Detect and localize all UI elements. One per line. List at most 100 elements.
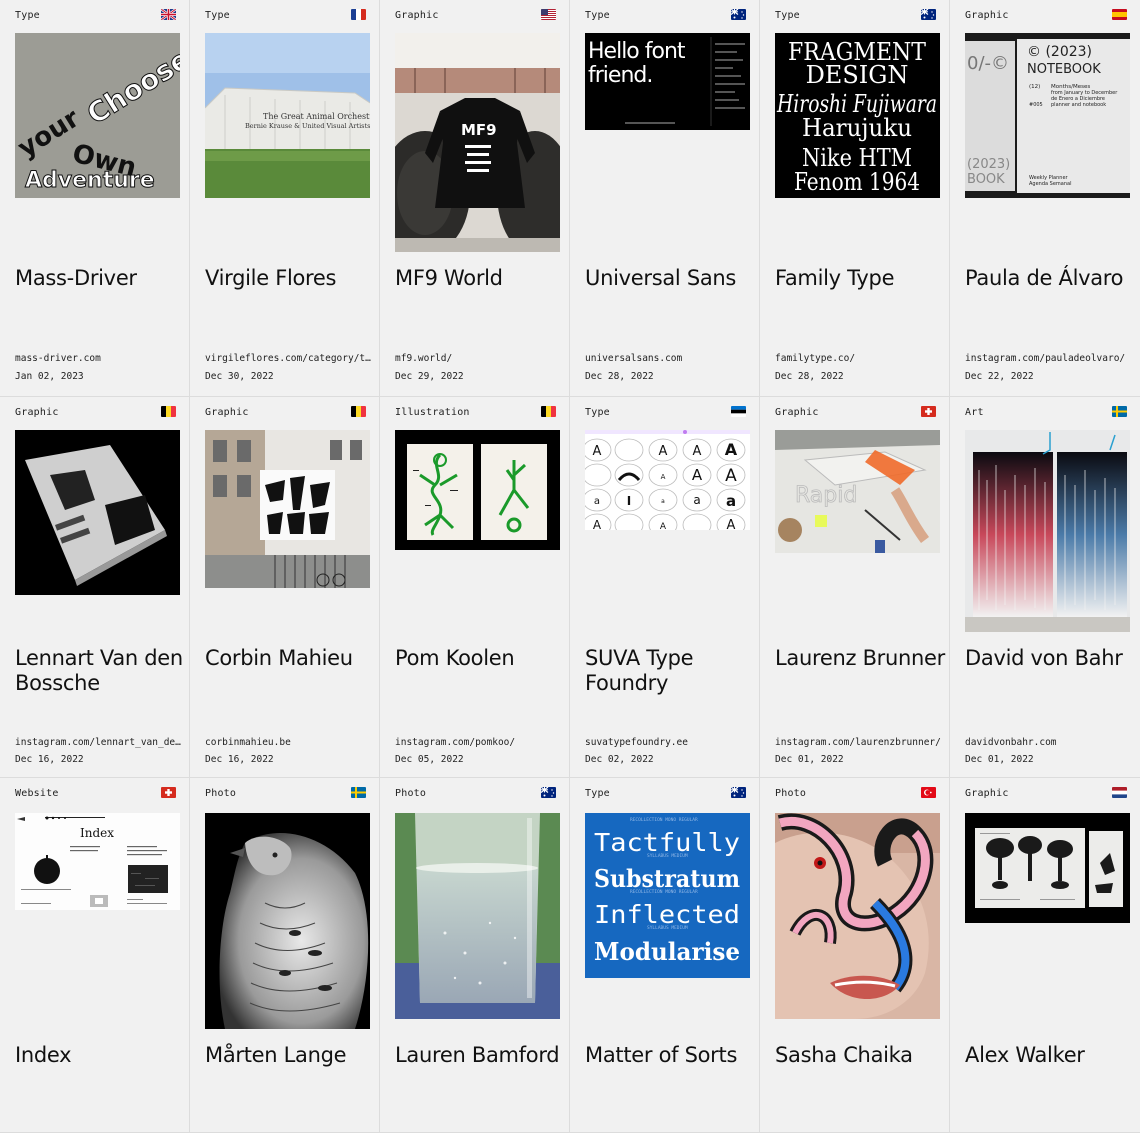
project-card[interactable]: Type FRAGMENT DESIGN Hiroshi Fujiwara Ha… — [760, 0, 950, 397]
flag-be-icon — [351, 406, 366, 417]
project-name[interactable]: Family Type — [775, 266, 949, 291]
project-url[interactable]: virgileflores.com/category/t… — [205, 353, 373, 364]
project-card[interactable]: Website Index Index — [0, 778, 190, 1133]
flag-au-icon — [731, 787, 746, 798]
project-card[interactable]: Photo Lauren Bamford — [380, 778, 570, 1133]
category-label: Graphic — [205, 407, 249, 418]
category-label: Illustration — [395, 407, 470, 418]
flag-au-icon — [541, 787, 556, 798]
project-name[interactable]: Mårten Lange — [205, 1043, 379, 1068]
svg-text:a: a — [726, 492, 736, 510]
project-thumbnail[interactable]: MF9 — [395, 33, 560, 252]
project-name[interactable]: Pom Koolen — [395, 646, 569, 671]
category-label: Type — [585, 407, 610, 418]
project-url[interactable]: instagram.com/laurenzbrunner/ — [775, 737, 943, 748]
svg-text:A: A — [727, 518, 736, 530]
project-thumbnail[interactable] — [205, 430, 370, 588]
project-name[interactable]: Sasha Chaika — [775, 1043, 949, 1068]
svg-text:(2023): (2023) — [967, 157, 1010, 172]
flag-be-icon — [541, 406, 556, 417]
project-name[interactable]: Paula de Álvaro — [965, 266, 1140, 291]
project-thumbnail[interactable] — [395, 430, 560, 550]
project-card[interactable]: Photo Sasha Chaika — [760, 778, 950, 1133]
project-card[interactable]: Graphic Rapid Laurenz Brunner instagram.… — [760, 397, 950, 778]
project-card[interactable]: Art David von Bahr davidvonbahr.com Dec … — [950, 397, 1140, 778]
svg-text:0/-©: 0/-© — [967, 53, 1009, 74]
project-url[interactable]: davidvonbahr.com — [965, 737, 1133, 748]
project-url[interactable]: universalsans.com — [585, 353, 753, 364]
project-grid: Type Choose your Own Adventure Mass-Driv… — [0, 0, 1140, 1133]
project-thumbnail[interactable]: The Great Animal Orchestra Bernie Krause… — [205, 33, 370, 198]
project-name[interactable]: Universal Sans — [585, 266, 759, 291]
category-label: Graphic — [965, 10, 1009, 21]
project-thumbnail[interactable]: Choose your Own Adventure — [15, 33, 180, 198]
svg-text:Index: Index — [80, 826, 114, 840]
project-thumbnail[interactable] — [965, 813, 1130, 923]
project-thumbnail[interactable] — [775, 813, 940, 1019]
project-name[interactable]: David von Bahr — [965, 646, 1140, 671]
project-card[interactable]: Type Choose your Own Adventure Mass-Driv… — [0, 0, 190, 397]
svg-text:Inflected: Inflected — [594, 900, 740, 929]
project-thumbnail[interactable] — [965, 430, 1130, 632]
svg-text:Bernie Krause & United Visual: Bernie Krause & United Visual Artists — [245, 122, 370, 130]
project-url[interactable]: instagram.com/pomkoo/ — [395, 737, 563, 748]
project-thumbnail[interactable] — [15, 430, 180, 595]
project-thumbnail[interactable]: Index — [15, 813, 180, 910]
project-name[interactable]: SUVA Type Foundry — [585, 646, 759, 696]
svg-text:Choose: Choose — [81, 42, 180, 131]
project-name[interactable]: Virgile Flores — [205, 266, 379, 291]
project-url[interactable]: mf9.world/ — [395, 353, 563, 364]
project-card[interactable]: Type Hello font friend. Universal Sans u… — [570, 0, 760, 397]
svg-text:A: A — [659, 444, 668, 459]
project-name[interactable]: MF9 World — [395, 266, 569, 291]
category-label: Type — [585, 10, 610, 21]
flag-au-icon — [731, 9, 746, 20]
svg-text:friend.: friend. — [588, 63, 652, 88]
project-card[interactable]: Graphic Alex Walker — [950, 778, 1140, 1133]
project-name[interactable]: Matter of Sorts — [585, 1043, 759, 1068]
project-thumbnail[interactable] — [205, 813, 370, 1029]
project-url[interactable]: suvatypefoundry.ee — [585, 737, 753, 748]
project-thumbnail[interactable]: RECOLLECTION MONO REGULAR SYLLABUS MEDIUM… — [585, 813, 750, 978]
project-name[interactable]: Mass-Driver — [15, 266, 189, 291]
project-date: Dec 05, 2022 — [395, 754, 464, 765]
svg-text:(12): (12) — [1029, 84, 1040, 90]
flag-es-icon — [1112, 9, 1127, 20]
project-card[interactable]: Graphic Lennart Van den Bossche instagra… — [0, 397, 190, 778]
project-date: Dec 30, 2022 — [205, 371, 274, 382]
project-card[interactable]: Graphic MF9 MF9 World mf9.world/ Dec 29,… — [380, 0, 570, 397]
project-card[interactable]: Type RECOLLECTION MONO REGULAR SYLLABUS M… — [570, 778, 760, 1133]
project-card[interactable]: Photo Mårten Lange — [190, 778, 380, 1133]
project-card[interactable]: Graphic Corbin Mahieu corbinmahieu.be De… — [190, 397, 380, 778]
project-thumbnail[interactable]: 0/-© (2023) BOOK © (2023) NOTEBOOK (12) … — [965, 33, 1130, 198]
project-url[interactable]: instagram.com/lennart_van_de… — [15, 737, 183, 748]
project-thumbnail[interactable] — [395, 813, 560, 1019]
project-date: Dec 28, 2022 — [585, 371, 654, 382]
project-date: Dec 16, 2022 — [15, 754, 84, 765]
project-card[interactable]: Type AAAA AAA aIaaa AAA SUVA Type Foundr… — [570, 397, 760, 778]
project-url[interactable]: familytype.co/ — [775, 353, 943, 364]
project-thumbnail[interactable]: AAAA AAA aIaaa AAA — [585, 430, 750, 530]
project-card[interactable]: Graphic 0/-© (2023) BOOK © (2023) NOTEBO… — [950, 0, 1140, 397]
project-card[interactable]: Illustration Pom Koolen instagram.com/po… — [380, 397, 570, 778]
project-thumbnail[interactable]: FRAGMENT DESIGN Hiroshi Fujiwara Harujuk… — [775, 33, 940, 198]
project-thumbnail[interactable]: Rapid — [775, 430, 940, 553]
project-name[interactable]: Corbin Mahieu — [205, 646, 379, 671]
project-name[interactable]: Lauren Bamford — [395, 1043, 569, 1068]
project-card[interactable]: Type The Great Animal Orchestra Bernie K… — [190, 0, 380, 397]
project-name[interactable]: Alex Walker — [965, 1043, 1140, 1068]
svg-text:I: I — [627, 494, 631, 508]
project-date: Jan 02, 2023 — [15, 371, 84, 382]
flag-ch-icon — [161, 787, 176, 798]
svg-text:A: A — [593, 518, 602, 530]
category-label: Type — [775, 10, 800, 21]
project-date: Dec 28, 2022 — [775, 371, 844, 382]
project-name[interactable]: Laurenz Brunner — [775, 646, 949, 671]
project-url[interactable]: instagram.com/pauladeolvaro/ — [965, 353, 1133, 364]
project-url[interactable]: corbinmahieu.be — [205, 737, 373, 748]
project-name[interactable]: Index — [15, 1043, 189, 1068]
project-name[interactable]: Lennart Van den Bossche — [15, 646, 189, 696]
svg-text:A: A — [692, 466, 703, 484]
project-thumbnail[interactable]: Hello font friend. — [585, 33, 750, 130]
project-url[interactable]: mass-driver.com — [15, 353, 183, 364]
